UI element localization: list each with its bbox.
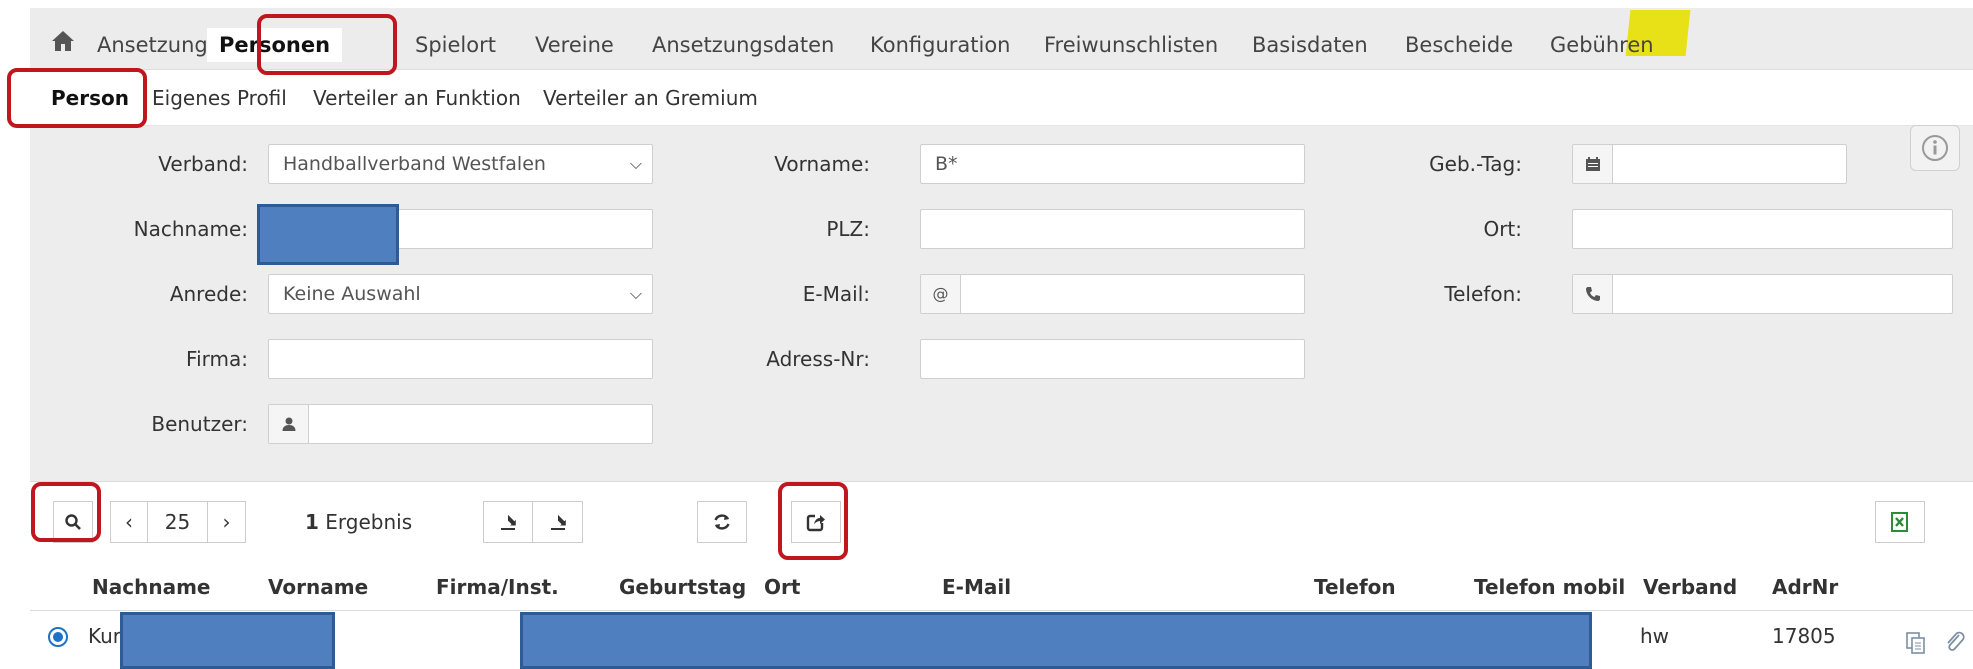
user-icon bbox=[269, 405, 309, 443]
tab-konfiguration[interactable]: Konfiguration bbox=[870, 28, 1010, 62]
plz-input[interactable] bbox=[920, 209, 1305, 249]
callout-highlight bbox=[257, 14, 397, 75]
tab-ansetzung[interactable]: Ansetzung bbox=[97, 28, 208, 62]
callout-highlight bbox=[778, 482, 848, 560]
tab-basisdaten[interactable]: Basisdaten bbox=[1252, 28, 1368, 62]
col-adrnr[interactable]: AdrNr bbox=[1772, 563, 1838, 611]
verband-label: Verband: bbox=[158, 152, 248, 176]
col-firma[interactable]: Firma/Inst. bbox=[436, 563, 559, 611]
sub-nav: Person Eigenes Profil Verteiler an Funkt… bbox=[30, 70, 1973, 126]
chevron-down-icon: ⌵ bbox=[629, 154, 642, 173]
import-button[interactable] bbox=[483, 501, 533, 543]
row-select-radio[interactable] bbox=[48, 627, 68, 647]
anrede-select[interactable]: Keine Auswahl ⌵ bbox=[268, 274, 653, 314]
vorname-label: Vorname: bbox=[774, 152, 870, 176]
col-vorname[interactable]: Vorname bbox=[268, 563, 368, 611]
verband-select[interactable]: Handballverband Westfalen ⌵ bbox=[268, 144, 653, 184]
ort-input[interactable] bbox=[1572, 209, 1953, 249]
refresh-icon bbox=[714, 514, 730, 530]
adressnr-label: Adress-Nr: bbox=[766, 347, 870, 371]
result-summary: 1 Ergebnis bbox=[305, 501, 412, 543]
vorname-value: B* bbox=[935, 153, 958, 175]
download-icon bbox=[550, 514, 566, 530]
gebtag-label: Geb.-Tag: bbox=[1429, 152, 1522, 176]
subtab-eigenes-profil[interactable]: Eigenes Profil bbox=[152, 83, 287, 113]
upload-icon bbox=[501, 514, 516, 530]
cell-adrnr: 17805 bbox=[1772, 624, 1836, 648]
home-icon[interactable] bbox=[50, 28, 76, 54]
result-text: Ergebnis bbox=[325, 510, 413, 534]
search-form: Verband: Handballverband Westfalen ⌵ Vor… bbox=[30, 126, 1973, 481]
anrede-label: Anrede: bbox=[169, 282, 248, 306]
col-telefon-mobil[interactable]: Telefon mobil bbox=[1474, 563, 1625, 611]
col-nachname[interactable]: Nachname bbox=[92, 563, 210, 611]
firma-input[interactable] bbox=[268, 339, 653, 379]
excel-icon bbox=[1891, 512, 1908, 532]
nachname-label: Nachname: bbox=[133, 217, 248, 241]
result-count: 1 bbox=[305, 510, 319, 534]
excel-export-button[interactable] bbox=[1875, 501, 1925, 543]
result-toolbar: ‹ 25 › 1 Ergebnis bbox=[30, 481, 1973, 563]
callout-highlight bbox=[7, 68, 147, 128]
vorname-input[interactable]: B* bbox=[920, 144, 1305, 184]
callout-highlight bbox=[31, 482, 101, 542]
calendar-icon[interactable] bbox=[1573, 145, 1613, 183]
cell-verband: hw bbox=[1640, 624, 1670, 648]
telefon-input[interactable] bbox=[1572, 274, 1953, 314]
cell-nachname: Kur bbox=[88, 624, 122, 648]
phone-icon bbox=[1573, 275, 1613, 313]
verband-value: Handballverband Westfalen bbox=[283, 153, 546, 175]
tab-ansetzungsdaten[interactable]: Ansetzungsdaten bbox=[652, 28, 834, 62]
chevron-right-icon: › bbox=[222, 510, 231, 534]
tab-spielort[interactable]: Spielort bbox=[415, 28, 496, 62]
table-header: Nachname Vorname Firma/Inst. Geburtstag … bbox=[30, 563, 1973, 611]
export-button[interactable] bbox=[533, 501, 583, 543]
tab-bescheide[interactable]: Bescheide bbox=[1405, 28, 1513, 62]
adressnr-input[interactable] bbox=[920, 339, 1305, 379]
firma-label: Firma: bbox=[186, 347, 248, 371]
prev-page-button[interactable]: ‹ bbox=[110, 501, 148, 543]
tab-vereine[interactable]: Vereine bbox=[535, 28, 614, 62]
subtab-verteiler-funktion[interactable]: Verteiler an Funktion bbox=[313, 83, 521, 113]
redaction-box bbox=[520, 612, 1592, 669]
tab-freiwunschlisten[interactable]: Freiwunschlisten bbox=[1044, 28, 1218, 62]
redaction-box bbox=[120, 612, 335, 669]
page-size-input[interactable]: 25 bbox=[148, 501, 208, 543]
benutzer-label: Benutzer: bbox=[151, 412, 248, 436]
telefon-label: Telefon: bbox=[1444, 282, 1522, 306]
at-icon: @ bbox=[921, 275, 961, 313]
anrede-value: Keine Auswahl bbox=[283, 283, 421, 305]
tab-gebuehren[interactable]: Gebühren bbox=[1550, 28, 1654, 62]
col-telefon[interactable]: Telefon bbox=[1314, 563, 1396, 611]
info-icon[interactable] bbox=[1910, 125, 1960, 171]
next-page-button[interactable]: › bbox=[208, 501, 246, 543]
copy-icon[interactable] bbox=[1905, 623, 1927, 654]
col-email[interactable]: E-Mail bbox=[942, 563, 1011, 611]
attachment-icon[interactable] bbox=[1945, 623, 1967, 651]
email-label: E-Mail: bbox=[802, 282, 870, 306]
subtab-verteiler-gremium[interactable]: Verteiler an Gremium bbox=[543, 83, 758, 113]
col-verband[interactable]: Verband bbox=[1643, 563, 1737, 611]
redaction-box bbox=[257, 204, 399, 265]
col-ort[interactable]: Ort bbox=[764, 563, 800, 611]
ort-label: Ort: bbox=[1483, 217, 1522, 241]
gebtag-input[interactable] bbox=[1572, 144, 1847, 184]
email-input[interactable]: @ bbox=[920, 274, 1305, 314]
refresh-button[interactable] bbox=[697, 501, 747, 543]
benutzer-input[interactable] bbox=[268, 404, 653, 444]
col-geburtstag[interactable]: Geburtstag bbox=[619, 563, 746, 611]
plz-label: PLZ: bbox=[826, 217, 870, 241]
chevron-down-icon: ⌵ bbox=[629, 284, 642, 303]
chevron-left-icon: ‹ bbox=[125, 510, 133, 534]
